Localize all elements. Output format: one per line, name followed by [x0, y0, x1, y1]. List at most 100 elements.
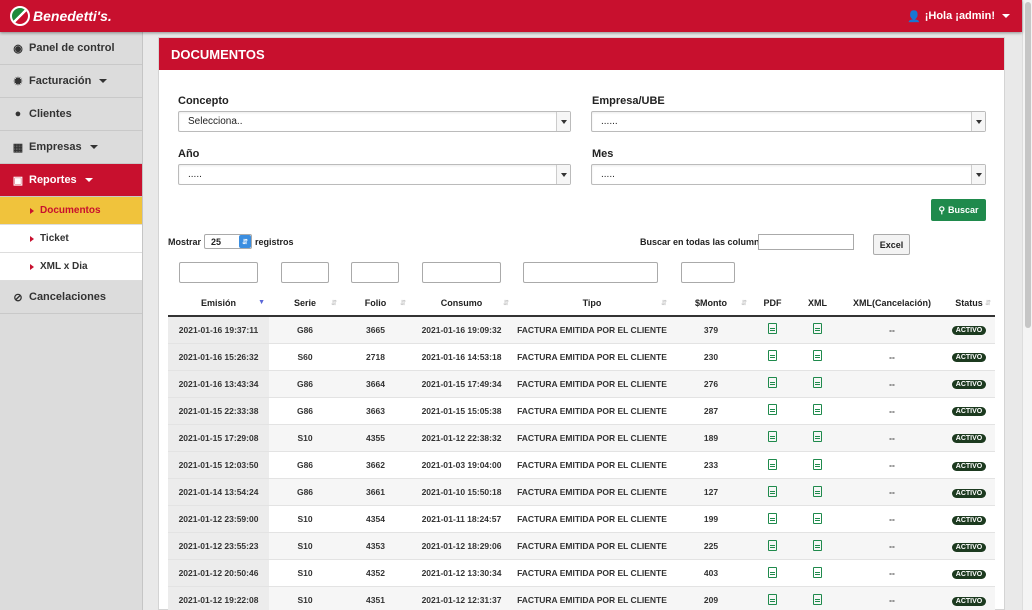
cell-consumo: 2021-01-12 22:38:32 — [410, 424, 513, 452]
sort-icon: ⇵ — [661, 300, 667, 307]
filter-tipo-input[interactable] — [523, 262, 658, 283]
sidebar-subitem-xml-dia[interactable]: XML x Dia — [0, 253, 142, 281]
sidebar-item-reportes[interactable]: ▣ Reportes — [0, 164, 142, 197]
cell-serie: G86 — [269, 370, 341, 398]
cell-xml-cancelacion: -- — [841, 532, 943, 561]
sidebar-subitem-documentos[interactable]: Documentos — [0, 197, 142, 225]
pdf-file-icon[interactable] — [768, 323, 777, 335]
sidebar-item-cancelaciones[interactable]: ⊘ Cancelaciones — [0, 281, 142, 314]
sidebar-subitem-ticket[interactable]: Ticket — [0, 225, 142, 253]
cell-emision: 2021-01-12 20:50:46 — [168, 559, 269, 588]
page-length-select[interactable]: 25 ⇵ — [204, 234, 253, 249]
filter-serie-input[interactable] — [281, 262, 329, 283]
xml-file-icon[interactable] — [813, 431, 822, 443]
xml-file-icon[interactable] — [813, 377, 822, 389]
xml-file-icon[interactable] — [813, 458, 822, 470]
cell-xml — [794, 478, 841, 507]
sidebar-item-empresas[interactable]: ▦ Empresas — [0, 131, 142, 164]
table-row: 2021-01-12 23:55:23 S10 4353 2021-01-12 18:… — [168, 532, 995, 561]
page-scrollbar[interactable] — [1022, 0, 1032, 610]
cell-xml-cancelacion: -- — [841, 316, 943, 344]
column-header-label: PDF — [763, 297, 782, 308]
cell-emision: 2021-01-12 19:22:08 — [168, 586, 269, 610]
cell-pdf — [751, 505, 794, 534]
buscar-button[interactable]: ⚲ Buscar — [931, 199, 986, 221]
table-search-label: Buscar en todas las columnas: — [640, 237, 773, 247]
anio-select-value: ..... — [188, 169, 202, 180]
pdf-file-icon[interactable] — [768, 404, 777, 416]
pdf-file-icon[interactable] — [768, 593, 777, 605]
xml-file-icon[interactable] — [813, 566, 822, 578]
chevron-down-icon — [84, 178, 93, 182]
sidebar-item-panel[interactable]: ◉ Panel de control — [0, 32, 142, 65]
xml-file-icon[interactable] — [813, 593, 822, 605]
xml-file-icon[interactable] — [813, 404, 822, 416]
sidebar-item-clientes[interactable]: ● Clientes — [0, 98, 142, 131]
pdf-file-icon[interactable] — [768, 458, 777, 470]
cell-consumo: 2021-01-15 17:49:34 — [410, 370, 513, 398]
excel-export-button[interactable]: Excel — [873, 234, 910, 255]
table-row: 2021-01-12 23:59:00 S10 4354 2021-01-11 18:… — [168, 505, 995, 534]
column-header-consumo[interactable]: Consumo ⇵ — [410, 290, 513, 317]
concepto-select[interactable]: Selecciona.. — [178, 111, 571, 132]
cell-serie: G86 — [269, 397, 341, 425]
cell-tipo: FACTURA EMITIDA POR EL CLIENTE — [513, 424, 671, 452]
pdf-file-icon[interactable] — [768, 431, 777, 443]
column-header-folio[interactable]: Folio ⇵ — [341, 290, 410, 317]
cell-folio: 4353 — [341, 532, 410, 561]
column-header-monto[interactable]: $Monto ⇵ — [671, 290, 751, 317]
filter-emision-input[interactable] — [179, 262, 258, 283]
cell-emision: 2021-01-16 15:26:32 — [168, 343, 269, 371]
table-search-input[interactable] — [758, 234, 854, 250]
mes-label: Mes — [592, 148, 614, 160]
cell-tipo: FACTURA EMITIDA POR EL CLIENTE — [513, 370, 671, 398]
sort-icon: ⇵ — [400, 300, 406, 307]
anio-select[interactable]: ..... — [178, 164, 571, 185]
xml-file-icon[interactable] — [813, 512, 822, 524]
mes-select[interactable]: ..... — [591, 164, 986, 185]
column-header-status[interactable]: Status ⇵ — [943, 290, 995, 317]
cell-consumo: 2021-01-03 19:04:00 — [410, 451, 513, 480]
status-badge: ACTIVO — [951, 515, 987, 525]
xml-file-icon[interactable] — [813, 539, 822, 551]
column-header-serie[interactable]: Serie ⇵ — [269, 290, 341, 317]
brand[interactable]: Benedetti's. — [10, 6, 112, 26]
cell-folio: 3665 — [341, 316, 410, 344]
scrollbar-thumb[interactable] — [1025, 2, 1031, 328]
cell-pdf — [751, 532, 794, 561]
xml-file-icon[interactable] — [813, 350, 822, 362]
status-badge: ACTIVO — [951, 542, 987, 552]
select-arrow-icon — [971, 165, 985, 184]
empresa-select[interactable]: ...... — [591, 111, 986, 132]
filter-folio-input[interactable] — [351, 262, 399, 283]
pdf-file-icon[interactable] — [768, 539, 777, 551]
column-header-emision[interactable]: Emisión ▼ — [168, 290, 269, 317]
xml-file-icon[interactable] — [813, 323, 822, 335]
filter-consumo-input[interactable] — [422, 262, 501, 283]
pdf-file-icon[interactable] — [768, 350, 777, 362]
column-header-tipo[interactable]: Tipo ⇵ — [513, 290, 671, 317]
cell-pdf — [751, 451, 794, 480]
cell-xml-cancelacion: -- — [841, 505, 943, 534]
user-menu[interactable]: 👤 ¡Hola ¡admin! — [907, 10, 1010, 23]
sidebar-item-facturacion[interactable]: ✹ Facturación — [0, 65, 142, 98]
cell-xml-cancelacion: -- — [841, 559, 943, 588]
caret-right-icon — [30, 207, 34, 214]
top-navbar: Benedetti's. 👤 ¡Hola ¡admin! — [0, 0, 1022, 32]
sidebar: ◉ Panel de control ✹ Facturación ● Clien… — [0, 32, 143, 610]
filter-monto-input[interactable] — [681, 262, 735, 283]
cell-consumo: 2021-01-10 15:50:18 — [410, 478, 513, 507]
pdf-file-icon[interactable] — [768, 512, 777, 524]
pdf-file-icon[interactable] — [768, 377, 777, 389]
pdf-file-icon[interactable] — [768, 485, 777, 497]
cell-folio: 2718 — [341, 343, 410, 371]
sidebar-item-label: Facturación — [29, 75, 92, 87]
status-badge: ACTIVO — [951, 326, 987, 336]
status-badge: ACTIVO — [951, 407, 987, 417]
xml-file-icon[interactable] — [813, 485, 822, 497]
cell-consumo: 2021-01-12 13:30:34 — [410, 559, 513, 588]
status-badge: ACTIVO — [951, 461, 987, 471]
pdf-file-icon[interactable] — [768, 566, 777, 578]
cell-monto: 379 — [671, 316, 751, 344]
cell-pdf — [751, 586, 794, 610]
